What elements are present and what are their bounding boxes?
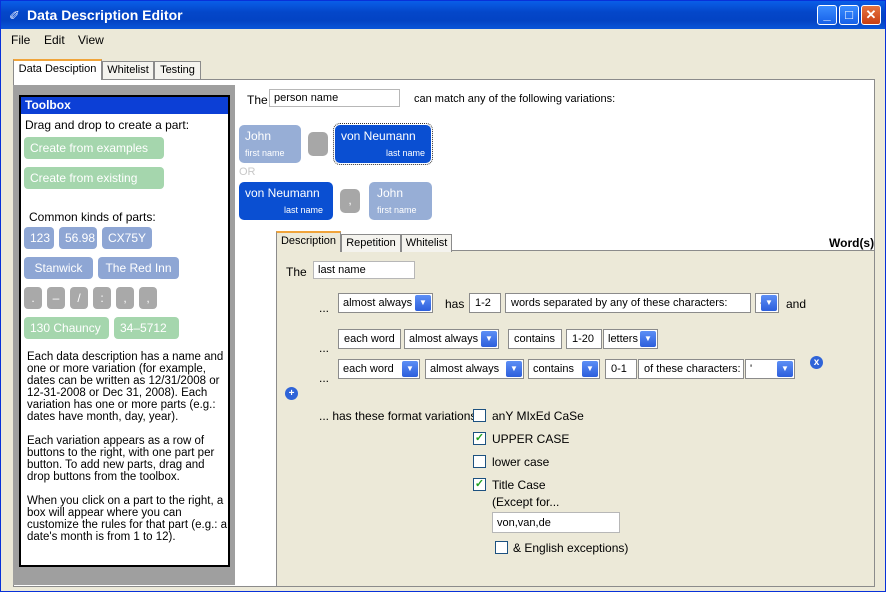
chevron-down-icon: ▼ <box>481 331 497 347</box>
english-exceptions-checkbox[interactable] <box>495 541 508 554</box>
chevron-down-icon: ▼ <box>582 361 598 377</box>
toolbox-drag-text: Drag and drop to create a part: <box>25 118 190 132</box>
tab-whitelist[interactable]: Whitelist <box>102 61 154 79</box>
row2-unit-dropdown[interactable]: letters ▼ <box>603 329 658 349</box>
part-decimal-button[interactable]: 56.98 <box>59 227 97 249</box>
match-text: can match any of the following variation… <box>414 93 616 105</box>
row3-frequency-dropdown[interactable]: almost always ▼ <box>425 359 524 379</box>
chevron-down-icon: ▼ <box>777 361 793 377</box>
close-button[interactable]: ✕ <box>861 5 881 25</box>
part-period-button[interactable]: . <box>24 287 42 309</box>
row3-count-field[interactable]: 0-1 <box>605 359 637 379</box>
title-bar[interactable]: ✐ Data Description Editor _ □ ✕ <box>1 1 885 29</box>
help-paragraph-2: Each variation appears as a row of butto… <box>27 435 215 483</box>
main-window: ✐ Data Description Editor _ □ ✕ File Edi… <box>0 0 886 592</box>
row3-scope-dropdown[interactable]: each word ▼ <box>338 359 420 379</box>
part-code-button[interactable]: CX75Y <box>102 227 152 249</box>
format-mixed-case-checkbox[interactable] <box>473 409 486 422</box>
row2-frequency-dropdown[interactable]: almost always ▼ <box>404 329 499 349</box>
row1-and-label: and <box>786 297 807 311</box>
part-number-button[interactable]: 123 <box>24 227 54 249</box>
tab-testing[interactable]: Testing <box>154 61 201 79</box>
row2-scope-label: each word <box>338 329 401 349</box>
format-title-case-label: Title Case <box>492 478 546 492</box>
row1-count-field[interactable]: 1-2 <box>469 293 501 313</box>
format-lower-case-checkbox[interactable] <box>473 455 486 468</box>
format-lower-case-label: lower case <box>492 455 550 469</box>
maximize-button[interactable]: □ <box>839 5 859 25</box>
tab-repetition[interactable]: Repetition <box>341 234 401 252</box>
chevron-down-icon: ▼ <box>506 361 522 377</box>
toolbox-help-text: Each data description has a name and one… <box>23 351 228 555</box>
variation1-part-last-name[interactable]: von Neumann last name <box>333 123 433 165</box>
menu-view[interactable]: View <box>78 33 104 47</box>
part-comma-button[interactable]: , <box>116 287 134 309</box>
description-name-field[interactable]: person name <box>269 89 400 107</box>
row1-has-label: has <box>445 297 465 311</box>
variation2-part-last-name[interactable]: von Neumann last name <box>239 182 333 220</box>
toolbox-title: Toolbox <box>21 97 228 114</box>
part-dash-button[interactable]: – <box>47 287 65 309</box>
tab-description[interactable]: Description <box>276 231 341 252</box>
row1-ellipsis: ... <box>319 301 330 315</box>
exceptions-field[interactable]: von,van,de <box>492 512 620 533</box>
the-label: The <box>247 93 268 107</box>
create-from-examples-button[interactable]: Create from examples <box>24 137 164 159</box>
english-exceptions-label: & English exceptions) <box>513 541 629 555</box>
menu-file[interactable]: File <box>11 33 30 47</box>
part-type-label: Word(s) <box>829 236 875 250</box>
format-mixed-case-label: anY MIxEd CaSe <box>492 409 584 423</box>
part-name-field[interactable]: last name <box>313 261 415 279</box>
window-title: Data Description Editor <box>27 7 183 23</box>
minimize-button[interactable]: _ <box>817 5 837 25</box>
part-phone-button[interactable]: 34–5712 <box>114 317 179 339</box>
add-rule-icon[interactable]: + <box>285 387 298 400</box>
variation1-part-first-name[interactable]: John first name <box>239 125 301 163</box>
format-upper-case-checkbox[interactable]: ✓ <box>473 432 486 445</box>
tab-data-description[interactable]: Data Desciption <box>13 59 102 80</box>
chevron-down-icon: ▼ <box>415 295 431 311</box>
part-colon-button[interactable]: : <box>93 287 111 309</box>
chevron-down-icon: ▼ <box>640 331 656 347</box>
format-title-case-checkbox[interactable]: ✓ <box>473 478 486 491</box>
part-slash-button[interactable]: / <box>70 287 88 309</box>
help-paragraph-1: Each data description has a name and one… <box>27 351 224 423</box>
row2-count-field[interactable]: 1-20 <box>566 329 602 349</box>
row1-separator-dropdown[interactable]: -▼ <box>755 293 779 313</box>
row3-characters-dropdown[interactable]: ' ▼ <box>745 359 795 379</box>
common-parts-label: Common kinds of parts: <box>29 210 156 224</box>
format-upper-case-label: UPPER CASE <box>492 432 570 446</box>
part-comma-button-2[interactable]: , <box>139 287 157 309</box>
toolbox: Toolbox Drag and drop to create a part: … <box>19 95 230 567</box>
format-variations-label: ... has these format variations: <box>319 409 480 423</box>
menu-edit[interactable]: Edit <box>44 33 65 47</box>
row1-words-separated-label: words separated by any of these characte… <box>505 293 751 313</box>
row3-unit-label: of these characters: <box>638 359 744 379</box>
desc-the-label: The <box>286 265 307 279</box>
help-paragraph-3: When you click on a part to the right, a… <box>27 495 228 543</box>
chevron-down-icon: ▼ <box>402 361 418 377</box>
variation1-separator-part[interactable] <box>308 132 328 156</box>
tab-inner-whitelist[interactable]: Whitelist <box>401 234 452 252</box>
create-from-existing-button[interactable]: Create from existing <box>24 167 164 189</box>
chevron-down-icon: ▼ <box>761 295 777 311</box>
part-word-button[interactable]: Stanwick <box>24 257 93 279</box>
menu-bar: File Edit View <box>1 29 885 49</box>
row3-contains-dropdown[interactable]: contains ▼ <box>528 359 600 379</box>
row2-contains-label: contains <box>508 329 562 349</box>
variation2-part-first-name[interactable]: John first name <box>369 182 432 220</box>
remove-rule-icon[interactable]: x <box>810 356 823 369</box>
row1-frequency-dropdown[interactable]: almost always ▼ <box>338 293 433 313</box>
part-address-button[interactable]: 130 Chauncy <box>24 317 109 339</box>
variation2-comma-part[interactable]: , <box>340 189 360 213</box>
row3-ellipsis: ... <box>319 371 330 385</box>
row2-ellipsis: ... <box>319 341 330 355</box>
except-for-label: (Except for... <box>492 495 560 509</box>
or-separator: OR <box>239 166 256 178</box>
part-phrase-button[interactable]: The Red Inn <box>98 257 179 279</box>
app-icon: ✐ <box>9 8 20 23</box>
